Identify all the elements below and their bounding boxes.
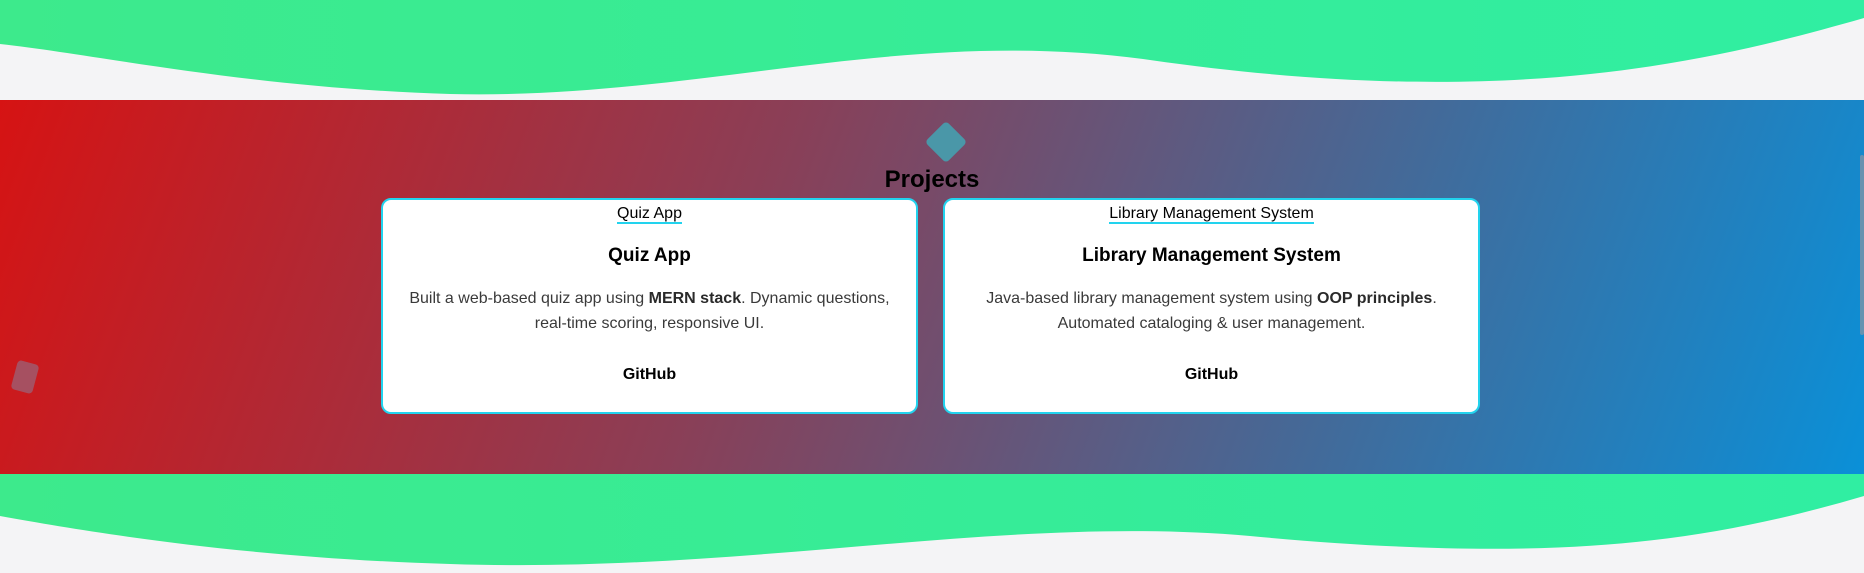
project-link-quiz-app[interactable]: Quiz App [617,205,682,224]
scrollbar[interactable] [1860,155,1864,335]
project-description: Java-based library management system usi… [986,290,1437,332]
project-title: Quiz App [608,245,691,266]
project-card-quiz-app: Quiz App Quiz App Built a web-based quiz… [381,198,918,414]
top-wave-divider [0,0,1864,95]
project-card-library-management: Library Management System Library Manage… [943,198,1480,414]
projects-section [0,100,1864,474]
project-title: Library Management System [1082,245,1341,266]
section-title: Projects [884,166,980,193]
github-link[interactable]: GitHub [383,365,916,385]
bottom-wave-divider [0,474,1864,566]
github-link[interactable]: GitHub [945,365,1478,385]
project-link-library-management[interactable]: Library Management System [1109,205,1314,224]
project-description: Built a web-based quiz app using MERN st… [409,290,890,332]
